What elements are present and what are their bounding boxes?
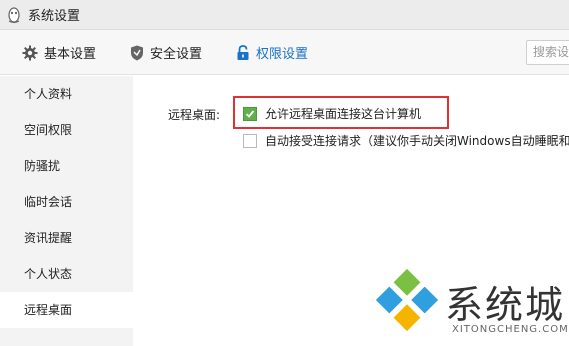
allow-remote-option[interactable]: 允许远程桌面连接这台计算机 xyxy=(243,105,421,122)
settings-window: 系统设置 基本设置 安全设置 权限设置 搜索设 个人资料 空间权限 防骚扰 临时… xyxy=(0,0,569,346)
auto-accept-text: 自动接受连接请求（建议你手动关闭Windows自动睡眠和 xyxy=(265,134,569,148)
window-title: 系统设置 xyxy=(28,9,81,24)
qq-penguin-icon xyxy=(8,6,20,23)
auto-accept-option[interactable]: 自动接受连接请求（建议你手动关闭Windows自动睡眠和 xyxy=(243,132,569,149)
sidebar-item-profile[interactable]: 个人资料 xyxy=(0,76,133,112)
gear-icon xyxy=(22,45,38,60)
tab-permission-settings[interactable]: 权限设置 xyxy=(236,30,308,75)
sidebar-item-anti-harassment[interactable]: 防骚扰 xyxy=(0,148,133,184)
allow-remote-text: 允许远程桌面连接这台计算机 xyxy=(265,107,422,121)
allow-remote-checkbox[interactable] xyxy=(243,106,257,121)
sidebar-item-space-permission[interactable]: 空间权限 xyxy=(0,112,133,148)
sidebar-item-status[interactable]: 个人状态 xyxy=(0,256,133,292)
sidebar-item-temp-chat[interactable]: 临时会话 xyxy=(0,184,133,220)
search-input[interactable]: 搜索设 xyxy=(526,40,569,65)
sidebar: 个人资料 空间权限 防骚扰 临时会话 资讯提醒 个人状态 远程桌面 xyxy=(0,76,133,346)
tab-label: 安全设置 xyxy=(150,47,203,62)
checkmark-icon xyxy=(245,109,255,118)
search-placeholder: 搜索设 xyxy=(533,45,569,59)
tab-security-settings[interactable]: 安全设置 xyxy=(130,30,202,75)
watermark-text: 系统城 xyxy=(445,283,566,327)
remote-desktop-label: 远程桌面: xyxy=(168,108,221,122)
tab-basic-settings[interactable]: 基本设置 xyxy=(22,30,96,75)
title-bar: 系统设置 xyxy=(0,0,569,30)
tab-label: 基本设置 xyxy=(44,47,97,62)
shield-icon xyxy=(131,45,143,60)
auto-accept-checkbox[interactable] xyxy=(243,133,257,148)
watermark-url: XITONGCHENG.COM xyxy=(452,324,569,335)
lock-icon xyxy=(237,44,249,60)
tab-label: 权限设置 xyxy=(256,47,309,62)
sidebar-item-news-reminder[interactable]: 资讯提醒 xyxy=(0,220,133,256)
watermark-logo xyxy=(375,268,439,332)
tab-bar: 基本设置 安全设置 权限设置 搜索设 xyxy=(0,30,569,75)
sidebar-item-remote-desktop[interactable]: 远程桌面 xyxy=(0,292,133,328)
